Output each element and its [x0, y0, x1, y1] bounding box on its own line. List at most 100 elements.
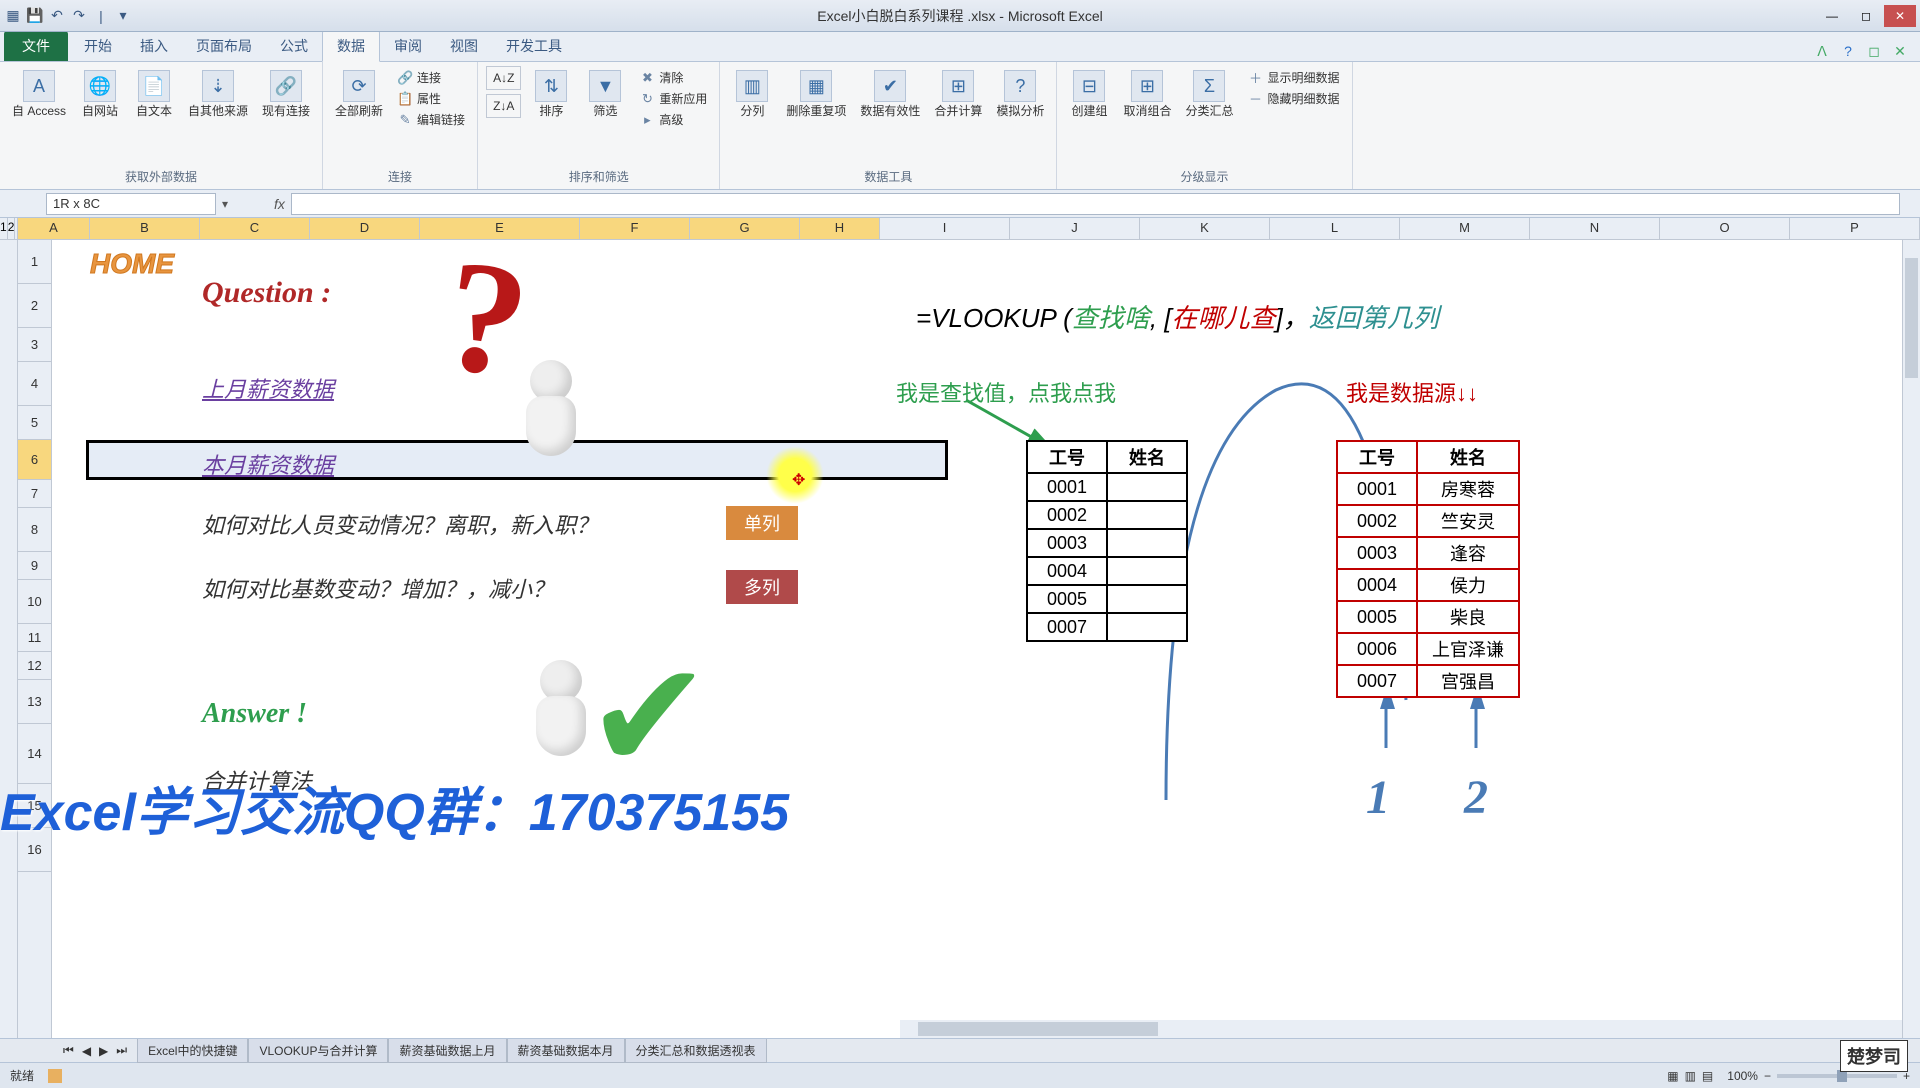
tab-review[interactable]: 审阅 — [380, 31, 436, 61]
column-header[interactable]: B — [90, 218, 200, 239]
row-header[interactable]: 13 — [18, 680, 51, 724]
show-detail-button[interactable]: ＋显示明细数据 — [1243, 68, 1343, 87]
view-layout-icon[interactable]: ▥ — [1685, 1069, 1696, 1083]
window-close2-icon[interactable]: ✕ — [1890, 41, 1910, 61]
from-access-button[interactable]: A自 Access — [8, 66, 70, 122]
column-header[interactable]: J — [1010, 218, 1140, 239]
reapply-button[interactable]: ↻重新应用 — [635, 89, 711, 108]
hide-detail-button[interactable]: －隐藏明细数据 — [1243, 89, 1343, 108]
properties-button[interactable]: 📋属性 — [393, 89, 469, 108]
this-month-link[interactable]: 本月薪资数据 — [202, 448, 334, 480]
last-month-link[interactable]: 上月薪资数据 — [202, 372, 334, 404]
text-to-columns-button[interactable]: ▥分列 — [728, 66, 776, 122]
whatif-button[interactable]: ?模拟分析 — [992, 66, 1048, 122]
advanced-button[interactable]: ▸高级 — [635, 110, 711, 129]
tab-layout[interactable]: 页面布局 — [182, 31, 266, 61]
edit-links-button[interactable]: ✎编辑链接 — [393, 110, 469, 129]
existing-conn-button[interactable]: 🔗现有连接 — [258, 66, 314, 122]
row-header[interactable]: 5 — [18, 406, 51, 440]
column-header[interactable]: M — [1400, 218, 1530, 239]
consolidate-button[interactable]: ⊞合并计算 — [930, 66, 986, 122]
outline-level-2[interactable]: 2 — [8, 218, 16, 239]
outline-level-1[interactable]: 1 — [0, 218, 8, 239]
column-header[interactable]: L — [1270, 218, 1400, 239]
group-button[interactable]: ⊟创建组 — [1065, 66, 1113, 122]
tab-nav-first-icon[interactable]: ⏮ — [60, 1043, 77, 1058]
tab-insert[interactable]: 插入 — [126, 31, 182, 61]
view-normal-icon[interactable]: ▦ — [1667, 1069, 1678, 1083]
column-header[interactable]: A — [18, 218, 90, 239]
qat-more-icon[interactable]: ▾ — [114, 7, 132, 25]
tab-nav-prev-icon[interactable]: ◀ — [79, 1044, 94, 1058]
macro-record-icon[interactable] — [48, 1069, 62, 1083]
refresh-all-button[interactable]: ⟳全部刷新 — [331, 66, 387, 122]
filter-button[interactable]: ▼筛选 — [581, 66, 629, 122]
column-header[interactable]: G — [690, 218, 800, 239]
vertical-scrollbar[interactable] — [1902, 240, 1920, 1038]
row-header[interactable]: 3 — [18, 328, 51, 362]
row-header[interactable]: 7 — [18, 480, 51, 508]
sort-asc-button[interactable]: A↓Z — [486, 66, 521, 90]
row-header[interactable]: 9 — [18, 552, 51, 580]
zoom-level[interactable]: 100% — [1727, 1069, 1758, 1083]
from-text-button[interactable]: 📄自文本 — [130, 66, 178, 122]
minimize-button[interactable]: — — [1816, 5, 1848, 27]
excel-icon[interactable]: ▦ — [4, 7, 22, 25]
column-header[interactable]: F — [580, 218, 690, 239]
fx-icon[interactable]: fx — [274, 196, 285, 212]
from-other-button[interactable]: ⇣自其他来源 — [184, 66, 252, 122]
tab-formula[interactable]: 公式 — [266, 31, 322, 61]
tab-data[interactable]: 数据 — [322, 30, 380, 62]
sheet-tab[interactable]: 薪资基础数据本月 — [507, 1039, 625, 1063]
sheet-tab[interactable]: 薪资基础数据上月 — [388, 1039, 506, 1063]
cells-area[interactable]: HOME Question : 上月薪资数据 本月薪资数据 如何对比人员变动情况… — [86, 240, 1902, 1020]
tab-view[interactable]: 视图 — [436, 31, 492, 61]
column-header[interactable]: P — [1790, 218, 1920, 239]
zoom-slider[interactable] — [1777, 1074, 1897, 1078]
sheet-tab[interactable]: VLOOKUP与合并计算 — [248, 1039, 388, 1063]
home-link[interactable]: HOME — [90, 248, 174, 280]
help-icon[interactable]: ? — [1838, 41, 1858, 61]
maximize-button[interactable]: ◻ — [1850, 5, 1882, 27]
zoom-out-button[interactable]: − — [1764, 1069, 1771, 1083]
ungroup-button[interactable]: ⊞取消组合 — [1119, 66, 1175, 122]
column-header[interactable]: H — [800, 218, 880, 239]
row-header[interactable]: 1 — [18, 240, 51, 284]
sort-desc-button[interactable]: Z↓A — [486, 94, 521, 118]
tab-home[interactable]: 开始 — [70, 31, 126, 61]
row-header[interactable]: 4 — [18, 362, 51, 406]
save-icon[interactable]: 💾 — [26, 7, 44, 25]
scrollbar-thumb[interactable] — [1905, 258, 1918, 378]
name-box[interactable]: 1R x 8C — [46, 193, 216, 215]
horizontal-scrollbar[interactable] — [900, 1020, 1902, 1038]
sheet-tab[interactable]: Excel中的快捷键 — [137, 1039, 248, 1063]
remove-dup-button[interactable]: ▦删除重复项 — [782, 66, 850, 122]
view-pagebreak-icon[interactable]: ▤ — [1702, 1069, 1713, 1083]
column-header[interactable]: I — [880, 218, 1010, 239]
undo-icon[interactable]: ↶ — [48, 7, 66, 25]
data-validation-button[interactable]: ✔数据有效性 — [856, 66, 924, 122]
column-header[interactable]: N — [1530, 218, 1660, 239]
from-web-button[interactable]: 🌐自网站 — [76, 66, 124, 122]
sheet-tab[interactable]: 分类汇总和数据透视表 — [625, 1039, 767, 1063]
subtotal-button[interactable]: Σ分类汇总 — [1181, 66, 1237, 122]
window-restore-icon[interactable]: ◻ — [1864, 41, 1884, 61]
tab-dev[interactable]: 开发工具 — [492, 31, 576, 61]
tab-file[interactable]: 文件 — [4, 31, 68, 61]
row-header[interactable]: 2 — [18, 284, 51, 328]
minimize-ribbon-icon[interactable]: ᐱ — [1812, 41, 1832, 61]
scrollbar-thumb[interactable] — [918, 1022, 1158, 1036]
row-header[interactable]: 6 — [18, 440, 51, 480]
namebox-dropdown-icon[interactable]: ▾ — [216, 197, 234, 211]
formula-input[interactable] — [291, 193, 1900, 215]
row-header[interactable]: 10 — [18, 580, 51, 624]
row-header[interactable]: 12 — [18, 652, 51, 680]
clear-filter-button[interactable]: ✖清除 — [635, 68, 711, 87]
row-header[interactable]: 11 — [18, 624, 51, 652]
row-header[interactable]: 8 — [18, 508, 51, 552]
column-header[interactable]: O — [1660, 218, 1790, 239]
close-button[interactable]: ✕ — [1884, 5, 1916, 27]
connections-button[interactable]: 🔗连接 — [393, 68, 469, 87]
column-header[interactable]: D — [310, 218, 420, 239]
tab-nav-last-icon[interactable]: ⏭ — [113, 1043, 135, 1058]
